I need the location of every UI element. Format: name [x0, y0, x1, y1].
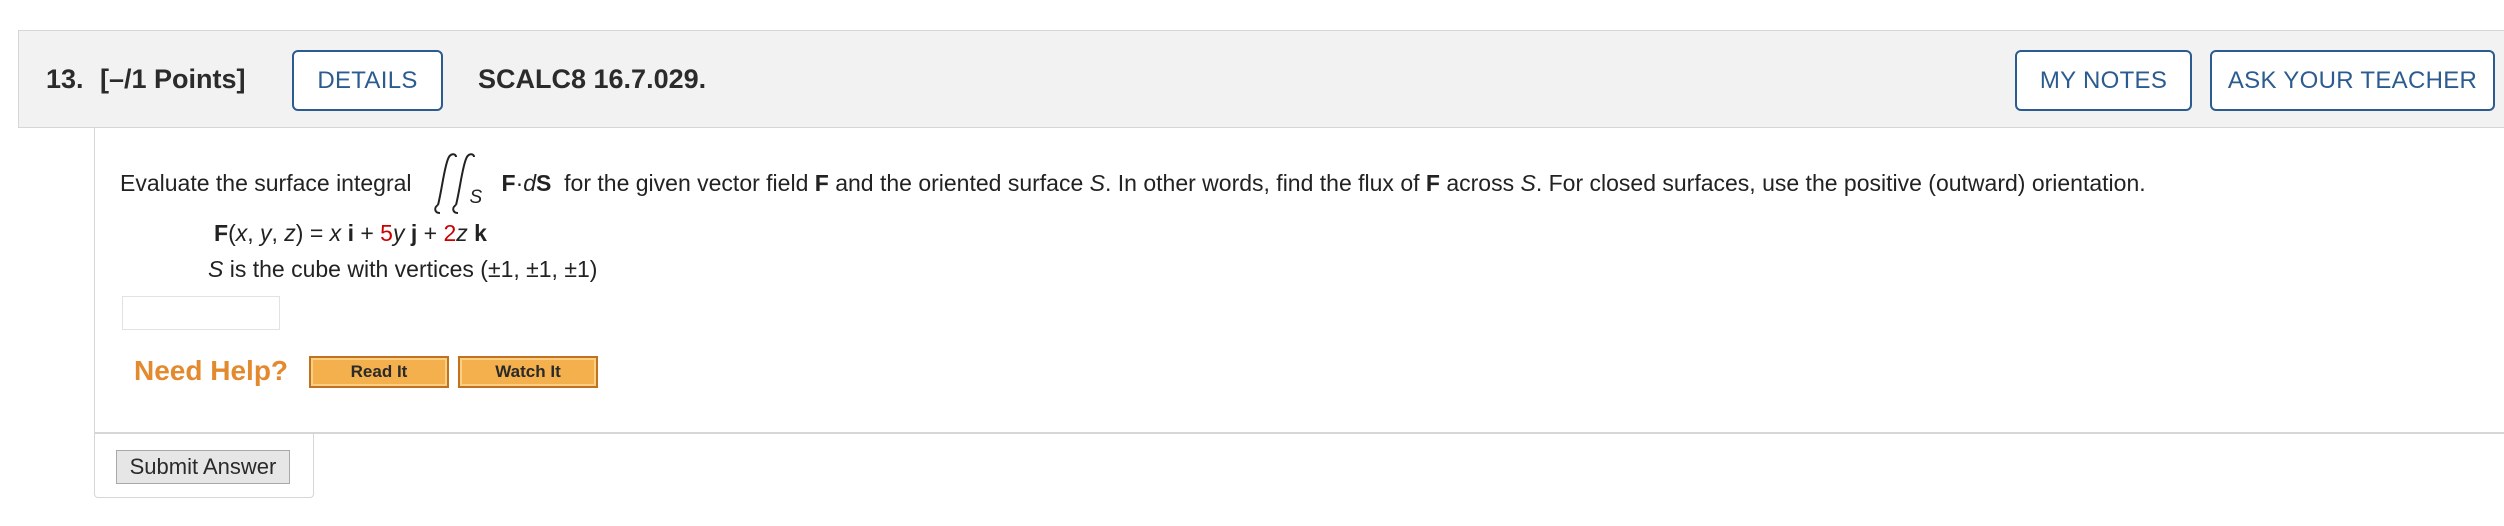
field-arg-x: x: [235, 220, 248, 246]
answer-input[interactable]: [122, 296, 280, 330]
prompt-field-f2: F: [1425, 169, 1440, 196]
prompt-surface-s2: S: [1520, 169, 1536, 196]
coefficient-3: 2: [443, 220, 457, 246]
term3-var: z: [456, 220, 468, 246]
surface-text: is the cube with vertices (±1, ±1, ±1): [223, 256, 598, 282]
integral-subscript: S: [469, 187, 483, 208]
prompt-surface-s: S: [1089, 169, 1105, 196]
field-comma1: ,: [247, 220, 261, 246]
term2-var: y: [392, 220, 405, 246]
details-button[interactable]: DETAILS: [292, 50, 443, 111]
field-paren-open: (: [228, 220, 236, 246]
prompt-text-end: . For closed surfaces, use the positive …: [1535, 169, 2146, 196]
unit-k: k: [474, 220, 487, 246]
field-comma2: ,: [271, 220, 285, 246]
plus1: +: [353, 220, 381, 246]
integrand-dot: ·: [515, 169, 524, 196]
question-number: 13.: [46, 64, 84, 94]
plus2: +: [417, 220, 444, 246]
coefficient-2: 5: [380, 220, 393, 246]
question-prompt: Evaluate the surface integral S F · dS f…: [120, 153, 2146, 214]
prompt-text-mid3: . In other words, find the flux of: [1105, 169, 1420, 196]
my-notes-button[interactable]: MY NOTES: [2015, 50, 2192, 111]
integrand-field: F: [501, 169, 516, 196]
term1-var: x: [329, 220, 342, 246]
problem-code: SCALC8 16.7.029.: [478, 64, 707, 94]
vector-field-formula: F(x, y, z) = x i + 5y j + 2z k: [214, 220, 487, 247]
integrand-surface: S: [536, 169, 552, 196]
surface-description: S is the cube with vertices (±1, ±1, ±1): [208, 256, 597, 283]
watch-it-button[interactable]: Watch It: [458, 356, 598, 388]
prompt-field-f: F: [814, 169, 829, 196]
prompt-text-mid4: across: [1446, 169, 1515, 196]
ask-your-teacher-button[interactable]: ASK YOUR TEACHER: [2210, 50, 2495, 111]
question-page: 13. [–/1 Points] DETAILS SCALC8 16.7.029…: [0, 0, 2504, 526]
field-arg-y: y: [260, 220, 272, 246]
double-integral-symbol: S: [426, 153, 496, 214]
field-name: F: [214, 220, 229, 246]
section-divider: [94, 432, 2504, 434]
read-it-button[interactable]: Read It: [309, 356, 449, 388]
prompt-text-start: Evaluate the surface integral: [120, 169, 412, 196]
prompt-text-mid2: and the oriented surface: [835, 169, 1084, 196]
surface-name: S: [208, 256, 224, 282]
integrand-d: d: [523, 169, 537, 196]
field-equals: ) =: [295, 220, 330, 246]
submit-answer-button[interactable]: Submit Answer: [116, 450, 290, 484]
field-arg-z: z: [284, 220, 296, 246]
question-points: [–/1 Points]: [100, 64, 246, 94]
need-help-label: Need Help?: [134, 355, 289, 386]
prompt-text-mid1: for the given vector field: [564, 169, 809, 196]
